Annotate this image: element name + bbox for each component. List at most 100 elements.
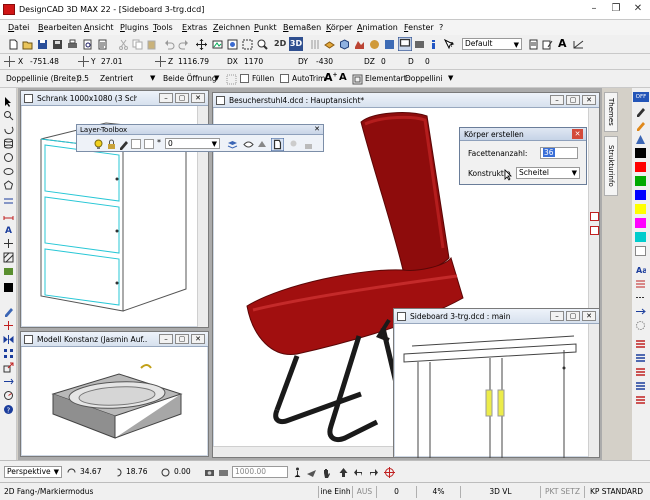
close-icon[interactable]: ✕ <box>314 125 320 133</box>
arrow-up-icon[interactable] <box>338 467 349 478</box>
menu-punkt[interactable]: Punkt <box>254 23 277 32</box>
stack-icon[interactable] <box>635 352 646 363</box>
close-button[interactable]: ✕ <box>582 311 596 321</box>
pencil-icon[interactable] <box>118 139 129 150</box>
menu-help[interactable]: ? <box>439 23 443 32</box>
layer-lock-icon[interactable] <box>303 139 314 150</box>
color-swatch-blue[interactable] <box>635 190 646 200</box>
color-swatch-magenta[interactable] <box>635 218 646 228</box>
color-swatch-yellow[interactable] <box>635 204 646 214</box>
lock-icon[interactable] <box>106 139 117 150</box>
3d-mode-button[interactable]: 3D <box>289 37 303 51</box>
circle-outline-icon[interactable] <box>635 320 646 331</box>
layer-dim-icon[interactable] <box>257 139 268 150</box>
dimension-tool-icon[interactable] <box>3 210 14 221</box>
rotate-icon[interactable] <box>3 124 14 135</box>
polygon-tool-icon[interactable] <box>3 180 14 191</box>
menu-fenster[interactable]: Fenster <box>404 23 434 32</box>
autotrim-checkbox[interactable] <box>280 74 289 83</box>
minimize-button[interactable]: – <box>584 1 604 17</box>
hide-icon[interactable] <box>414 39 425 50</box>
stack-icon[interactable] <box>635 366 646 377</box>
fill-tool-icon[interactable] <box>3 266 14 277</box>
close-button[interactable]: ✕ <box>582 95 596 105</box>
zoom-out-icon[interactable] <box>590 226 599 235</box>
circle-tool-icon[interactable] <box>3 152 14 163</box>
chevron-down-icon[interactable]: ▼ <box>448 74 453 82</box>
text-size-icon[interactable]: A <box>339 72 347 83</box>
paste-icon[interactable] <box>146 39 157 50</box>
width-value[interactable]: 0.5 <box>77 74 89 83</box>
maximize-button[interactable]: ▢ <box>566 311 580 321</box>
stretch-tool-icon[interactable] <box>3 376 14 387</box>
opening-combo[interactable]: Beide Öffnung <box>163 74 217 83</box>
menu-extras[interactable]: Extras <box>182 23 207 32</box>
align-combo[interactable]: Zentriert <box>100 74 133 83</box>
menu-bemassen[interactable]: Bemaßen <box>283 23 321 32</box>
trim-tool-icon[interactable] <box>3 320 14 331</box>
render-icon[interactable] <box>369 39 380 50</box>
restore-button[interactable]: ❐ <box>606 1 626 17</box>
konstruktion-select[interactable]: Scheitel ▼ <box>516 167 580 179</box>
view-combo[interactable]: Perspektive ▼ <box>4 466 62 478</box>
menu-bearbeiten[interactable]: Bearbeiten <box>38 23 82 32</box>
close-button[interactable]: ✕ <box>191 93 205 103</box>
scale-tool-icon[interactable] <box>3 362 14 373</box>
window-sideboard-titlebar[interactable]: Sideboard 3-trg.dcd : main – ▢ ✕ <box>394 309 599 324</box>
chevron-down-icon[interactable]: ▼ <box>150 74 155 82</box>
distance-input[interactable]: 1000.00 <box>232 466 288 478</box>
layer-toolbox-titlebar[interactable]: Layer-Toolbox ✕ <box>77 125 323 135</box>
zoom-all-icon[interactable] <box>257 39 268 50</box>
camera-target-icon[interactable] <box>218 467 229 478</box>
2d-mode-button[interactable]: 2D <box>274 39 286 48</box>
context-help-icon[interactable]: ? <box>444 39 455 50</box>
stack-icon[interactable] <box>635 338 646 349</box>
edit-tool-icon[interactable] <box>3 306 14 317</box>
save-all-icon[interactable] <box>52 39 63 50</box>
stack-icon[interactable] <box>635 380 646 391</box>
line-style-icon[interactable] <box>635 292 646 303</box>
close-button[interactable]: ✕ <box>572 129 583 139</box>
text-tool-icon[interactable]: A <box>3 224 14 235</box>
dimension-icon[interactable] <box>573 39 584 50</box>
menu-ansicht[interactable]: Ansicht <box>84 23 114 32</box>
shade-icon[interactable] <box>384 39 395 50</box>
koerper-dialog-titlebar[interactable]: Körper erstellen ✕ <box>460 128 586 141</box>
copy-icon[interactable] <box>132 39 143 50</box>
print-preview-icon[interactable] <box>82 39 93 50</box>
hatch-tool-icon[interactable] <box>3 252 14 263</box>
print-icon[interactable] <box>67 39 78 50</box>
undo-icon[interactable] <box>164 39 175 50</box>
snap-grid-icon[interactable] <box>310 39 321 50</box>
turn-left-icon[interactable] <box>353 467 364 478</box>
rotate-horizontal-icon[interactable] <box>66 467 77 478</box>
mirror-tool-icon[interactable] <box>3 334 14 345</box>
menu-koerper[interactable]: Körper <box>326 23 352 32</box>
chevron-down-icon[interactable]: ▼ <box>214 74 219 82</box>
double-line-icon[interactable] <box>3 196 14 207</box>
page-setup-icon[interactable] <box>528 39 539 50</box>
open-folder-icon[interactable] <box>22 39 33 50</box>
palette-icon[interactable] <box>635 134 646 145</box>
ellipse-tool-icon[interactable] <box>3 166 14 177</box>
window-modell-titlebar[interactable]: Modell Konstanz (Jasmin Auf... – ▢ ✕ <box>21 332 208 347</box>
minimize-button[interactable]: – <box>159 334 173 344</box>
close-button[interactable]: ✕ <box>191 334 205 344</box>
properties-icon[interactable] <box>97 39 108 50</box>
color-swatch-red[interactable] <box>635 162 646 172</box>
menu-zeichnen[interactable]: Zeichnen <box>213 23 250 32</box>
minimize-button[interactable]: – <box>159 93 173 103</box>
off-toggle-icon[interactable]: OFF <box>633 92 649 102</box>
point-tool-icon[interactable] <box>3 238 14 249</box>
fly-icon[interactable] <box>306 467 317 478</box>
vertical-scrollbar[interactable] <box>588 324 599 457</box>
cube-icon[interactable] <box>339 39 350 50</box>
color-swatch-cyan[interactable] <box>635 232 646 242</box>
minimize-button[interactable]: – <box>550 311 564 321</box>
text-size-up-icon[interactable]: A+ <box>324 71 338 84</box>
surface-icon[interactable] <box>354 39 365 50</box>
text-style-icon[interactable]: Aa <box>635 264 646 275</box>
redo-icon[interactable] <box>178 39 189 50</box>
linestyle-swatch[interactable] <box>144 139 154 149</box>
tab-strukturinfo[interactable]: Strukturinfo <box>604 136 618 196</box>
